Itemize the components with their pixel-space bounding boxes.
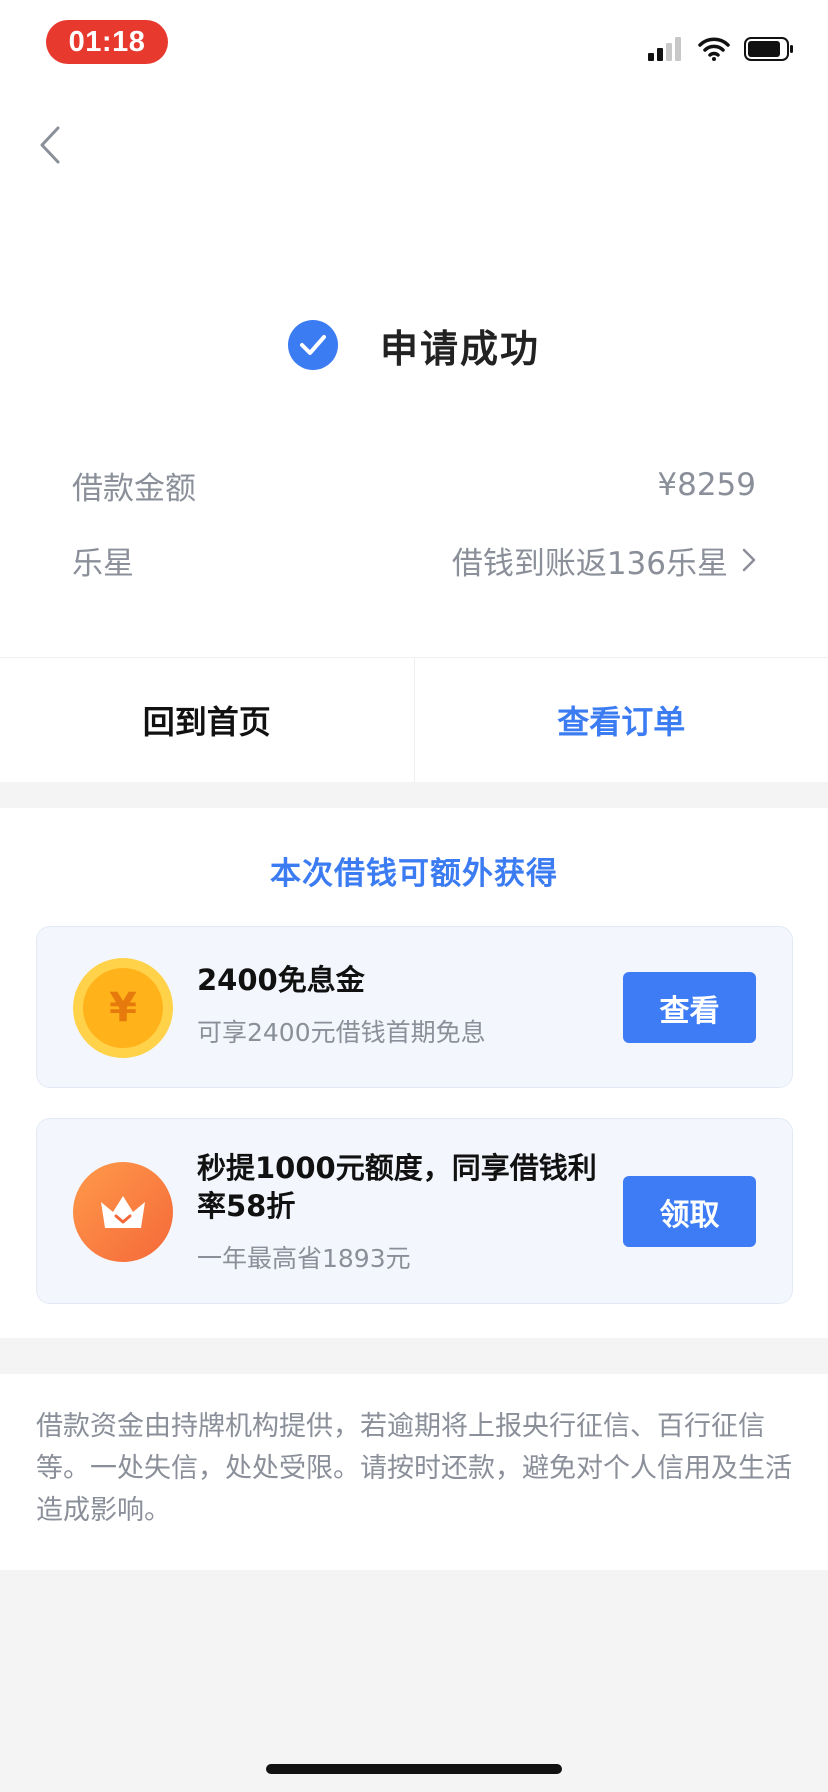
- disclaimer-text: 借款资金由持牌机构提供，若逾期将上报央行征信、百行征信等。一处失信，处处受限。请…: [36, 1411, 792, 1526]
- loan-amount-value: ¥8259: [657, 467, 756, 503]
- rewards-title: 本次借钱可额外获得: [270, 856, 558, 892]
- lexing-row[interactable]: 乐星 借钱到账返136乐星: [72, 535, 756, 585]
- chevron-right-icon: [742, 548, 756, 572]
- wifi-icon: [698, 37, 730, 61]
- reward-card-interest-free: ¥ 2400免息金 可享2400元借钱首期免息 查看: [36, 926, 793, 1088]
- status-time: 01:18: [46, 20, 168, 64]
- status-icons: [648, 34, 794, 64]
- signal-icon: [648, 37, 681, 61]
- check-circle-icon: [287, 320, 338, 370]
- chevron-left-icon: [40, 126, 60, 164]
- view-orders-button[interactable]: 查看订单: [415, 658, 828, 782]
- coin-yuan-icon: ¥: [73, 958, 173, 1058]
- lexing-label: 乐星: [72, 545, 134, 582]
- loan-amount-row: 借款金额 ¥8259: [72, 460, 756, 510]
- lexing-value-wrap: 借钱到账返136乐星: [452, 538, 756, 583]
- reward-subtitle: 一年最高省1893元: [197, 1244, 411, 1273]
- action-bar: 回到首页 查看订单: [0, 657, 828, 782]
- lexing-value: 借钱到账返136乐星: [451, 545, 728, 582]
- result-title: 申请成功: [379, 326, 540, 371]
- home-indicator[interactable]: [266, 1764, 562, 1774]
- reward-title: 秒提1000元额度，同享借钱利率58折: [197, 1151, 597, 1223]
- back-to-home-button[interactable]: 回到首页: [0, 658, 415, 782]
- crown-icon: [73, 1162, 173, 1262]
- view-reward-button[interactable]: 查看: [623, 972, 756, 1043]
- loan-amount-label: 借款金额: [72, 470, 196, 507]
- reward-title: 2400免息金: [197, 963, 365, 997]
- reward-subtitle: 可享2400元借钱首期免息: [197, 1018, 486, 1047]
- result-header: 申请成功: [0, 310, 828, 380]
- reward-card-credit-boost: 秒提1000元额度，同享借钱利率58折 一年最高省1893元 领取: [36, 1118, 793, 1304]
- claim-reward-button[interactable]: 领取: [623, 1176, 756, 1247]
- rewards-section: 本次借钱可额外获得 ¥ 2400免息金 可享2400元借钱首期免息 查看 秒提1…: [0, 808, 828, 1338]
- battery-icon: [744, 37, 793, 61]
- status-bar: 01:18: [0, 0, 828, 90]
- disclaimer-section: 借款资金由持牌机构提供，若逾期将上报央行征信、百行征信等。一处失信，处处受限。请…: [0, 1374, 828, 1570]
- back-button[interactable]: [30, 120, 70, 170]
